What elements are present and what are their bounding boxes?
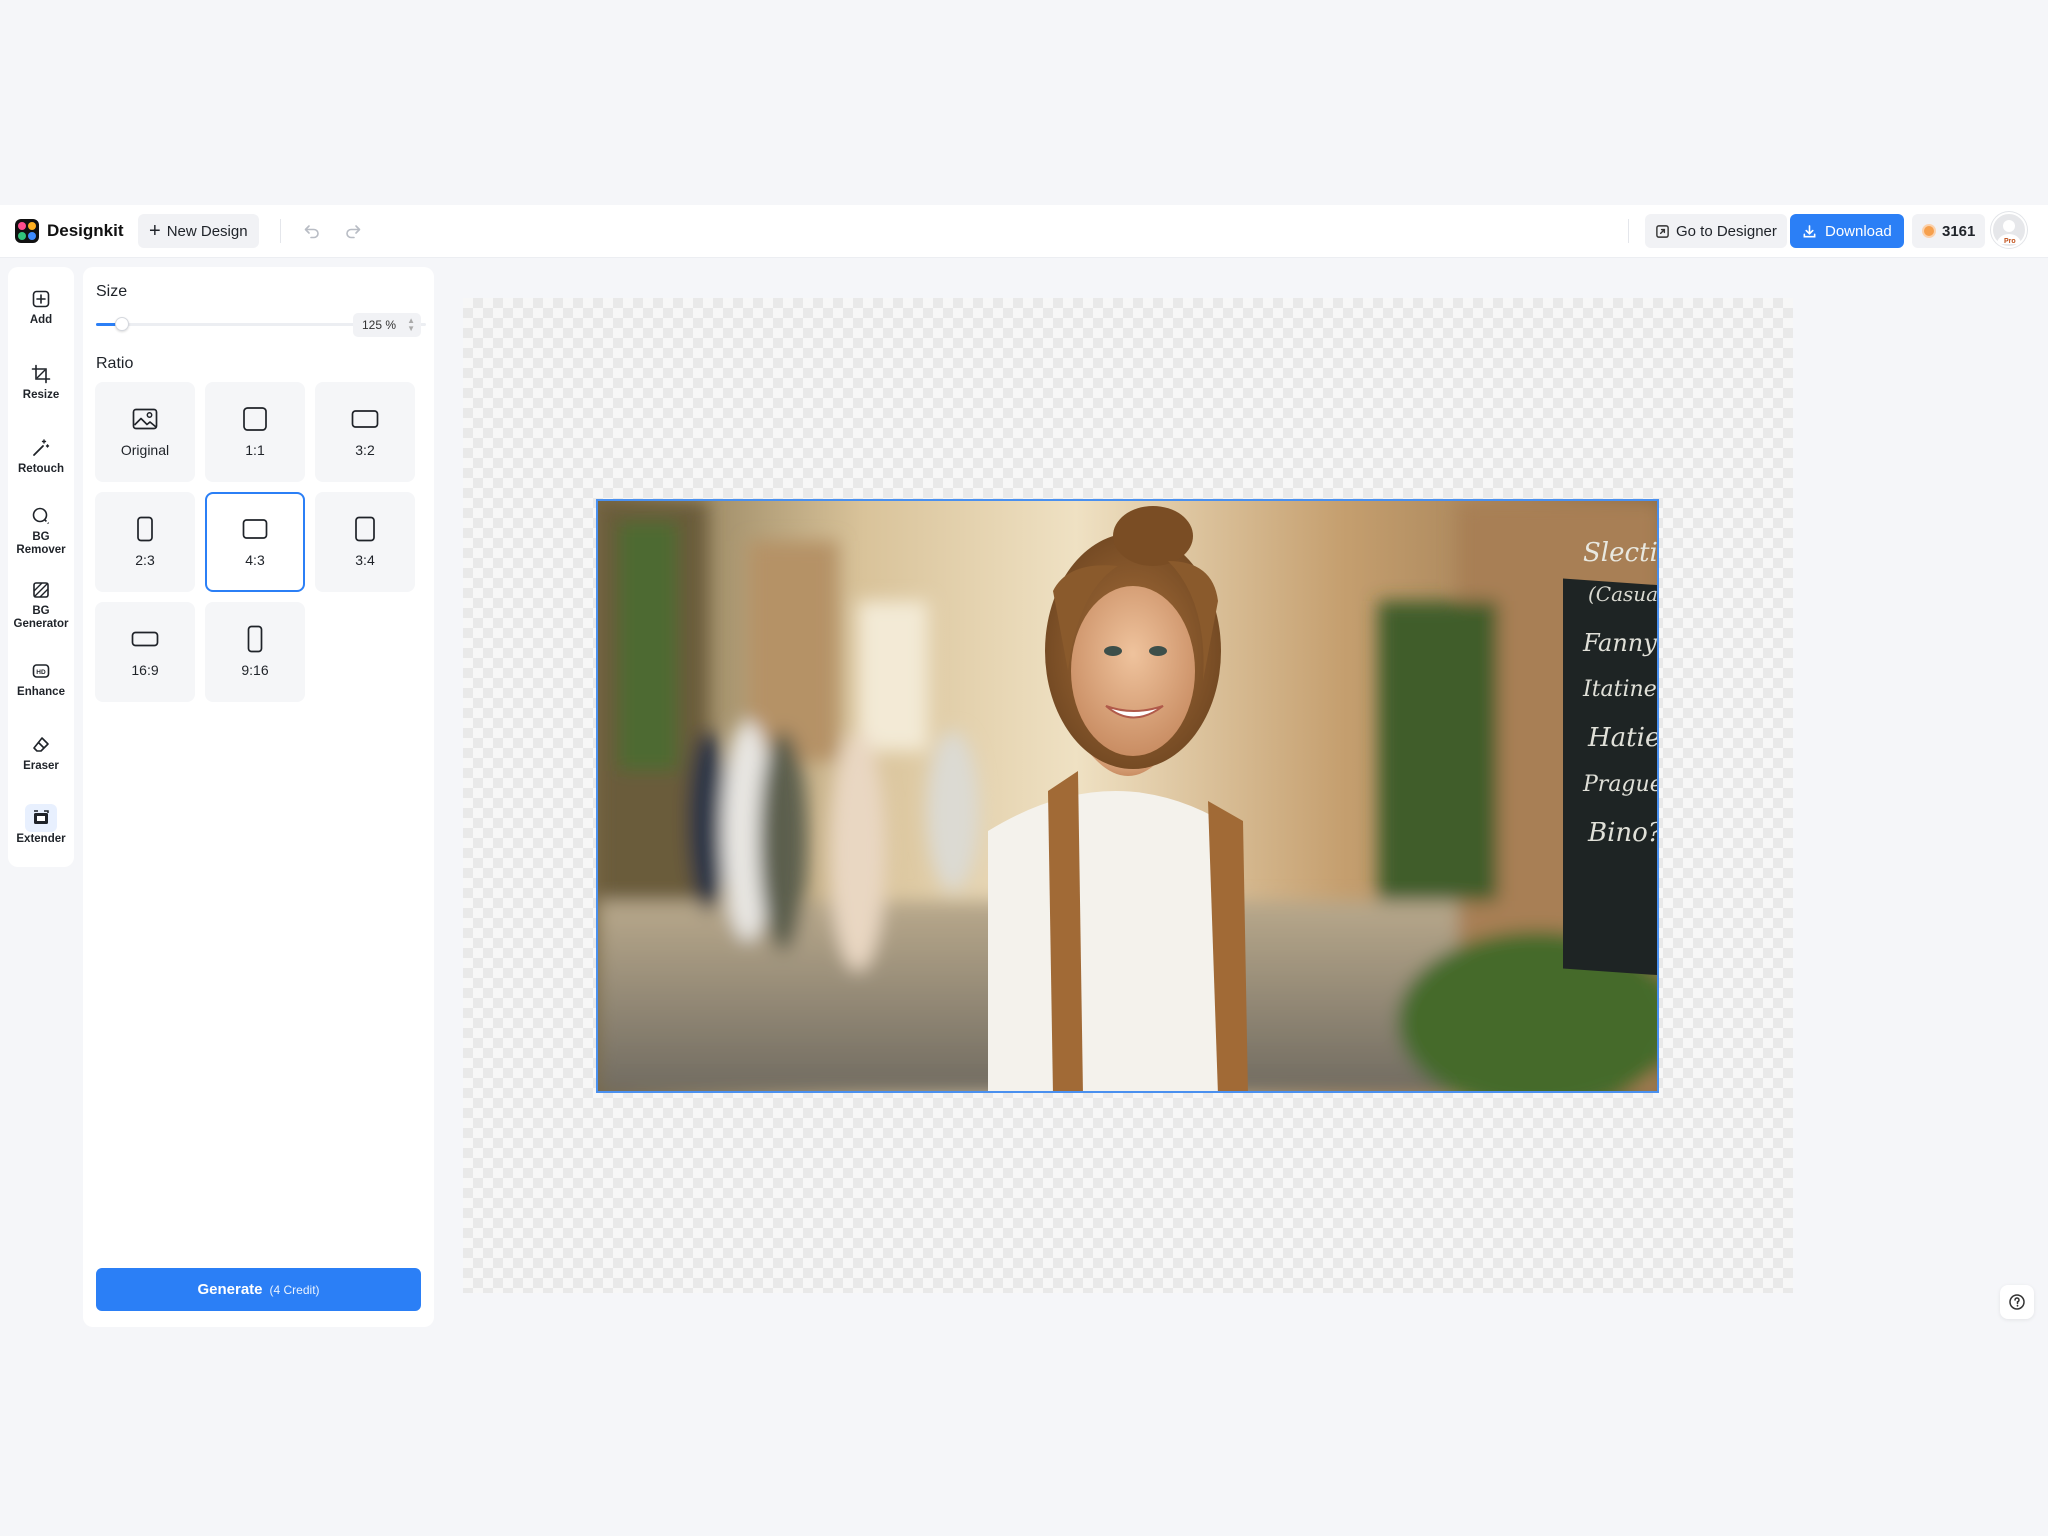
redo-icon xyxy=(346,225,361,239)
ratio-label: Original xyxy=(120,442,170,458)
new-design-label: New Design xyxy=(166,222,248,240)
tool-bg-generator[interactable]: BG Generator xyxy=(8,576,74,631)
tool-resize[interactable]: Resize xyxy=(8,360,74,402)
ratio-square-icon xyxy=(242,406,268,432)
svg-text:(Casual): (Casual) xyxy=(1588,582,1659,606)
svg-text:Itatine En: Itatine En xyxy=(1582,677,1659,702)
tool-label: BG Remover xyxy=(16,531,66,556)
generate-button[interactable]: Generate (4 Credit) xyxy=(96,1268,421,1311)
extender-icon xyxy=(25,804,57,832)
ratio-option-2-3[interactable]: 2:3 xyxy=(95,492,195,592)
external-edit-icon xyxy=(1656,224,1669,238)
generate-label: Generate xyxy=(197,1281,263,1298)
stepper-arrows-icon[interactable]: ▲ ▼ xyxy=(407,317,415,333)
ratio-option-3-2[interactable]: 3:2 xyxy=(315,382,415,482)
tool-label: Eraser xyxy=(23,760,59,772)
tool-enhance[interactable]: HD Enhance xyxy=(8,657,74,699)
redo-button[interactable] xyxy=(339,217,367,245)
svg-text:Slection: Slection xyxy=(1583,538,1659,568)
svg-text:Bino?: Bino? xyxy=(1587,818,1659,848)
ratio-label: 9:16 xyxy=(241,662,269,678)
tool-label: Resize xyxy=(22,389,60,401)
avatar[interactable]: Pro xyxy=(1991,212,2027,248)
svg-text:Hatie: Hatie xyxy=(1587,723,1659,753)
size-value-input[interactable]: 125 % ▲ ▼ xyxy=(353,313,421,337)
ratio-grid: Original 1:1 3:2 2:3 4:3 3:4 16:9 9:16 xyxy=(95,382,425,702)
go-to-designer-button[interactable]: Go to Designer xyxy=(1645,214,1787,248)
bg-generator-icon xyxy=(25,576,57,604)
source-photo[interactable]: Slection (Casual) Fanny Eat Itatine En H… xyxy=(596,499,1659,1093)
ratio-label: 3:2 xyxy=(355,442,375,458)
download-label: Download xyxy=(1825,222,1892,240)
ratio-label: 2:3 xyxy=(135,552,155,568)
tool-label: Retouch xyxy=(18,463,64,475)
help-icon xyxy=(2009,1294,2025,1310)
undo-button[interactable] xyxy=(298,217,326,245)
bg-remover-icon xyxy=(25,502,57,530)
tool-label: Enhance xyxy=(17,686,65,698)
generate-credit-cost: (4 Credit) xyxy=(269,1282,320,1297)
tool-eraser[interactable]: Eraser xyxy=(8,731,74,773)
ratio-label: 4:3 xyxy=(245,552,265,568)
ratio-heading: Ratio xyxy=(96,355,134,372)
ratio-option-16-9[interactable]: 16:9 xyxy=(95,602,195,702)
ratio-option-9-16[interactable]: 9:16 xyxy=(205,602,305,702)
ratio-option-1-1[interactable]: 1:1 xyxy=(205,382,305,482)
toolbar-divider xyxy=(280,219,281,243)
app-name: Designkit xyxy=(47,221,124,240)
crop-icon xyxy=(25,360,57,388)
ratio-tall-icon xyxy=(246,625,264,653)
download-button[interactable]: Download xyxy=(1790,214,1904,248)
download-icon xyxy=(1803,224,1816,237)
ratio-option-4-3[interactable]: 4:3 xyxy=(205,492,305,592)
go-to-designer-label: Go to Designer xyxy=(1676,222,1777,240)
svg-text:Prague Cora: Prague Cora xyxy=(1582,772,1659,797)
svg-text:Fanny Eat: Fanny Eat xyxy=(1582,629,1659,657)
designkit-logo-icon xyxy=(15,219,39,243)
svg-text:HD: HD xyxy=(36,669,46,676)
ratio-option-3-4[interactable]: 3:4 xyxy=(315,492,415,592)
ratio-portrait-icon xyxy=(136,516,154,542)
ratio-label: 1:1 xyxy=(245,442,265,458)
eraser-icon xyxy=(25,731,57,759)
size-slider-thumb[interactable] xyxy=(115,317,130,331)
top-bar: Designkit + New Design Go to Designer Do… xyxy=(0,205,2048,258)
add-square-icon xyxy=(25,285,57,313)
ratio-wide-icon xyxy=(131,626,159,652)
tool-label: Add xyxy=(29,314,53,326)
toolbar-divider xyxy=(1628,219,1629,243)
app-logo[interactable]: Designkit xyxy=(15,219,124,243)
ratio-landscape-icon xyxy=(351,406,379,432)
plus-icon: + xyxy=(149,220,161,242)
pro-badge: Pro xyxy=(2004,238,2016,245)
photo-illustration: Slection (Casual) Fanny Eat Itatine En H… xyxy=(598,501,1659,1091)
tool-extender[interactable]: Extender xyxy=(8,804,74,846)
tool-add[interactable]: Add xyxy=(8,285,74,327)
tool-retouch[interactable]: Retouch xyxy=(8,434,74,476)
tool-bg-remover[interactable]: BG Remover xyxy=(8,502,74,557)
new-design-button[interactable]: + New Design xyxy=(138,214,259,248)
magic-wand-icon xyxy=(25,434,57,462)
hd-icon: HD xyxy=(25,657,57,685)
ratio-landscape-icon xyxy=(242,516,268,542)
ratio-option-original[interactable]: Original xyxy=(95,382,195,482)
tool-label: Extender xyxy=(16,833,66,845)
coin-icon xyxy=(1922,224,1936,238)
ratio-label: 16:9 xyxy=(131,662,159,678)
size-value-text: 125 % xyxy=(362,318,397,332)
credits-count: 3161 xyxy=(1942,222,1976,240)
ratio-portrait-icon xyxy=(354,516,376,542)
help-button[interactable] xyxy=(2000,1285,2034,1319)
extender-settings-panel: Size 125 % ▲ ▼ Ratio Original 1:1 3:2 2:… xyxy=(83,267,434,1327)
size-heading: Size xyxy=(96,283,128,300)
credits-balance[interactable]: 3161 xyxy=(1912,214,1986,248)
tool-label: BG Generator xyxy=(13,605,69,630)
tool-rail: Add Resize Retouch BG Remover BG Generat… xyxy=(8,267,74,867)
image-icon xyxy=(132,406,158,432)
undo-icon xyxy=(304,225,319,239)
ratio-label: 3:4 xyxy=(355,552,375,568)
